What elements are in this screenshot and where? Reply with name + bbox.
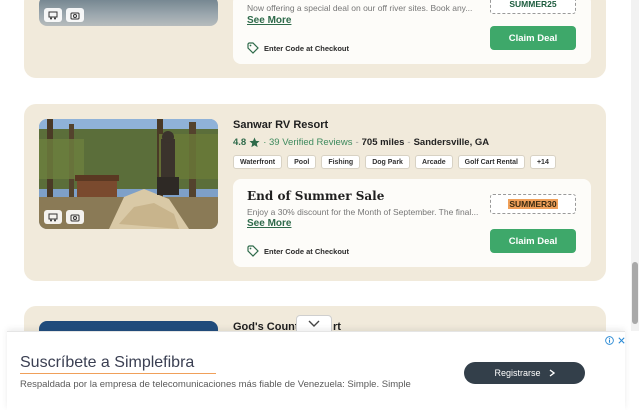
enter-code-text: Enter Code at Checkout <box>264 43 350 53</box>
register-button-label: Registrarse <box>494 368 541 378</box>
listing-photo[interactable] <box>39 0 218 26</box>
camera-360-icon[interactable] <box>66 210 84 224</box>
claim-deal-button[interactable]: Claim Deal <box>490 229 576 253</box>
separator: - <box>407 137 411 148</box>
star-icon <box>249 137 260 148</box>
ad-banner: Suscríbete a Simplefibra Respaldada por … <box>7 331 625 410</box>
promo-code-box[interactable]: SUMMER25 <box>490 0 576 14</box>
amenity-tag: Arcade <box>414 155 453 169</box>
ad-title-underline <box>20 373 216 374</box>
tag-icon <box>247 245 259 257</box>
scrollbar-thumb[interactable] <box>632 262 638 324</box>
rv-icon[interactable] <box>44 8 62 22</box>
page: Now offering a special deal on our off r… <box>0 0 639 410</box>
promo-code-box[interactable]: SUMMER30 <box>490 194 576 214</box>
amenity-tag: Dog Park <box>365 155 410 169</box>
listing-photo[interactable] <box>39 119 218 229</box>
close-icon[interactable] <box>617 336 626 345</box>
deal-box: End of Summer Sale Enjoy a 30% discount … <box>233 179 591 267</box>
park-location: Sandersville, GA <box>413 137 490 148</box>
ad-info-icon[interactable] <box>605 336 614 345</box>
ad-subtitle: Respaldada por la empresa de telecomunic… <box>20 379 411 390</box>
register-button[interactable]: Registrarse <box>464 362 585 384</box>
see-more-link[interactable]: See More <box>247 15 291 26</box>
deal-box: Now offering a special deal on our off r… <box>233 0 591 64</box>
enter-code-label: Enter Code at Checkout <box>247 42 349 54</box>
amenity-tag: Golf Cart Rental <box>457 155 525 169</box>
scrollbar[interactable] <box>631 0 639 331</box>
camera-360-icon[interactable] <box>66 8 84 22</box>
chevron-right-icon <box>549 369 555 377</box>
amenity-list: Waterfront Pool Fishing Dog Park Arcade … <box>233 155 556 169</box>
claim-deal-button[interactable]: Claim Deal <box>490 26 576 50</box>
deal-description: Now offering a special deal on our off r… <box>247 3 473 13</box>
deal-description: Enjoy a 30% discount for the Month of Se… <box>247 207 479 217</box>
rating-value: 4.8 <box>233 137 247 148</box>
ad-title[interactable]: Suscríbete a Simplefibra <box>20 354 194 372</box>
reviews-link[interactable]: · 39 Verified Reviews <box>263 137 352 148</box>
promo-code: SUMMER25 <box>509 0 557 9</box>
park-meta: 4.8 · 39 Verified Reviews - 705 miles - … <box>233 137 489 148</box>
amenity-tag: Fishing <box>321 155 361 169</box>
rv-icon[interactable] <box>44 210 62 224</box>
amenity-tag: Waterfront <box>233 155 283 169</box>
ad-controls <box>605 336 626 345</box>
see-more-link[interactable]: See More <box>247 218 291 229</box>
more-amenities-tag[interactable]: +14 <box>529 155 556 169</box>
separator: - <box>355 137 359 148</box>
distance: 705 miles <box>361 137 405 148</box>
deal-title: End of Summer Sale <box>247 189 385 203</box>
promo-code: SUMMER30 <box>508 199 558 209</box>
enter-code-label: Enter Code at Checkout <box>247 245 349 257</box>
enter-code-text: Enter Code at Checkout <box>264 246 350 256</box>
amenity-tag: Pool <box>287 155 317 169</box>
park-name[interactable]: Sanwar RV Resort <box>233 119 328 131</box>
tag-icon <box>247 42 259 54</box>
chevron-down-icon <box>308 320 320 327</box>
